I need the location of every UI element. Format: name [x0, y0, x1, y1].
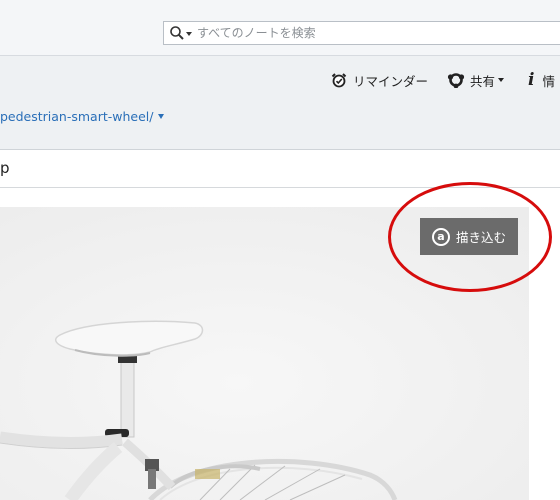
note-title-row[interactable]: p — [0, 150, 560, 188]
annotate-icon: a — [432, 227, 450, 246]
reminder-button[interactable]: リマインダー — [331, 70, 428, 90]
search-box[interactable] — [163, 21, 560, 45]
search-options-caret-icon[interactable] — [186, 32, 192, 36]
clip-annotate-button[interactable]: a 描き込む — [420, 218, 518, 255]
share-dropdown-caret-icon — [498, 78, 505, 82]
reminder-label: リマインダー — [353, 73, 429, 89]
top-bar — [0, 0, 560, 56]
share-label: 共有 — [470, 73, 496, 89]
source-url-link[interactable]: pedestrian-smart-wheel/ — [0, 109, 165, 124]
share-icon — [447, 73, 465, 88]
info-button[interactable]: i 情 — [528, 70, 555, 90]
clip-annotate-label: 描き込む — [456, 230, 507, 245]
alarm-clock-icon — [331, 73, 347, 88]
search-icon[interactable] — [169, 25, 185, 41]
source-url-text[interactable]: pedestrian-smart-wheel/ — [0, 109, 153, 124]
search-input[interactable] — [197, 24, 552, 42]
note-toolbar: リマインダー 共有 i 情 pedestrian-smart-wheel/ — [0, 56, 560, 150]
note-title[interactable]: p — [0, 159, 10, 177]
info-icon: i — [528, 70, 535, 90]
url-dropdown-caret-icon[interactable] — [158, 114, 165, 119]
info-label: 情 — [542, 73, 555, 89]
share-button[interactable]: 共有 — [447, 70, 505, 90]
